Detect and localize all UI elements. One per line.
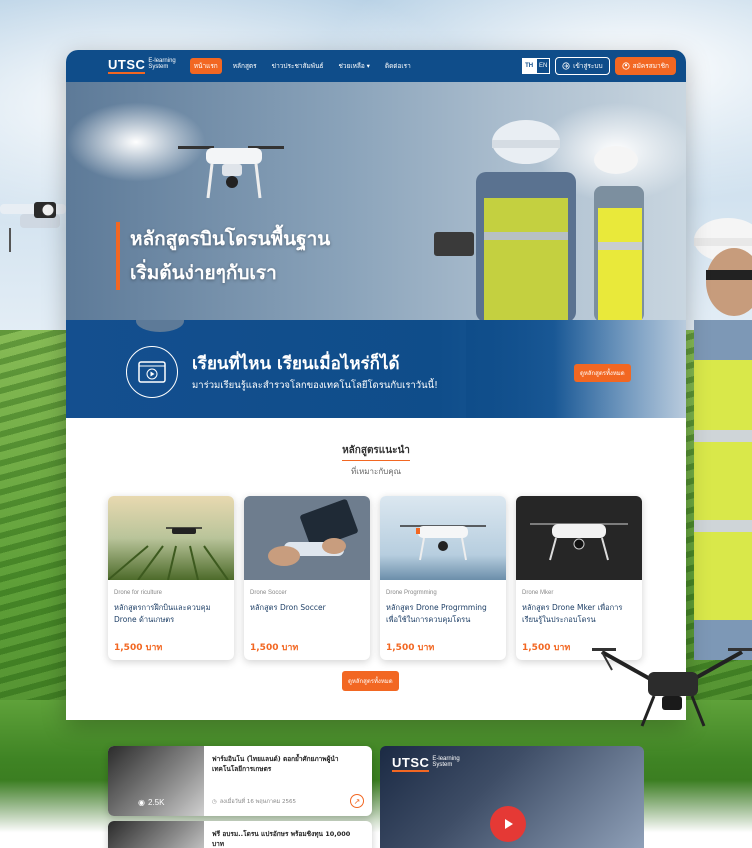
- recommended-title: หลักสูตรแนะนำ: [342, 443, 410, 461]
- news-views: ◉ 2.5K: [138, 798, 164, 807]
- course-card[interactable]: Drone Mker หลักสูตร Drone Mker เพื่อการเ…: [516, 496, 642, 660]
- logo-text: UTSC: [108, 57, 146, 74]
- lang-th-button[interactable]: TH: [522, 58, 537, 74]
- promo-video[interactable]: UTSC E-learning System: [380, 746, 644, 848]
- course-category: Drone Progrmming: [386, 590, 437, 596]
- video-logo-subtext-line2: System: [432, 762, 453, 768]
- foreground-drone-image: [592, 648, 752, 727]
- background-worker-right: [694, 218, 752, 660]
- news-card[interactable]: ฟรี อบรม..โดรน แปรอักษร พร้อมชิงทุน 10,0…: [108, 821, 372, 848]
- nav-item-help[interactable]: ช่วยเหลือ ▾: [335, 58, 374, 74]
- hero-headline: หลักสูตรบินโดรนพื้นฐาน เริ่มต้นง่ายๆกับเ…: [116, 222, 330, 290]
- nav-links: หน้าแรก หลักสูตร ข่าวประชาสัมพันธ์ ช่วยเ…: [189, 58, 415, 74]
- hero-section: หลักสูตรบินโดรนพื้นฐาน เริ่มต้นง่ายๆกับเ…: [66, 82, 686, 320]
- news-title: ฟรี อบรม..โดรน แปรอักษร พร้อมชิงทุน 10,0…: [212, 830, 351, 848]
- lang-en-button[interactable]: EN: [536, 58, 551, 74]
- arrow-up-right-icon[interactable]: ↗: [350, 794, 364, 808]
- language-switch: TH EN: [522, 58, 551, 74]
- course-card-image: [380, 496, 506, 580]
- course-card-image: [244, 496, 370, 580]
- logo-subtext-line2: System: [148, 64, 169, 70]
- course-title: หลักสูตร Drone Mker เพื่อการเรียนรู้ในปร…: [522, 603, 623, 624]
- learning-banner: เรียนที่ไหน เรียนเมื่อไหร่ก็ได้ มาร่วมเร…: [66, 320, 686, 418]
- course-card[interactable]: Drone for riculture หลักสูตรการฝึกบินและ…: [108, 496, 234, 660]
- news-date-text: ลงเมื่อวันที่ 16 พฤษภาคม 2565: [219, 799, 296, 805]
- banner-subtitle: มาร่วมเรียนรู้และสำรวจโลกของเทคโนโลยีโดร…: [192, 380, 438, 391]
- course-card[interactable]: Drone Soccer หลักสูตร Dron Soccer 1,500 …: [244, 496, 370, 660]
- nav-item-help-label: ช่วยเหลือ: [338, 63, 365, 70]
- login-icon: [562, 62, 570, 70]
- banner-title: เรียนที่ไหน เรียนเมื่อไหร่ก็ได้: [192, 354, 400, 374]
- course-price: 1,500 บาท: [386, 643, 435, 653]
- news-date: ◷ ลงเมื่อวันที่ 16 พฤษภาคม 2565: [212, 798, 296, 806]
- video-logo: UTSC E-learning System: [392, 756, 460, 772]
- hero-drone-image: [178, 146, 284, 199]
- background-drone-left: [0, 202, 66, 252]
- news-card[interactable]: ◉ 2.5K ฟาร์มอินโน (ไทยแลนด์) ตอกย้ำศักยภ…: [108, 746, 372, 816]
- play-icon[interactable]: [490, 806, 526, 842]
- course-category: Drone for riculture: [114, 590, 163, 596]
- nav-actions: TH EN เข้าสู่ระบบ สมัครสมาชิก: [522, 57, 676, 75]
- recommended-subtitle: ที่เหมาะกับคุณ: [350, 467, 402, 476]
- news-view-count: 2.5K: [147, 798, 165, 807]
- course-price: 1,500 บาท: [250, 643, 299, 653]
- logo-subtext: E-learning System: [148, 58, 175, 70]
- register-label: สมัครสมาชิก: [632, 63, 669, 70]
- page-frame: UTSC E-learning System หน้าแรก หลักสูตร …: [66, 50, 686, 720]
- course-card-image: [516, 496, 642, 580]
- news-image: [108, 821, 204, 848]
- course-price: 1,500 บาท: [114, 643, 163, 653]
- user-icon: [622, 62, 630, 70]
- eye-icon: ◉: [138, 798, 145, 807]
- chevron-down-icon: ▾: [366, 63, 370, 70]
- hero-headline-line2: เริ่มต้นง่ายๆกับเรา: [130, 262, 277, 284]
- clock-icon: ◷: [212, 799, 217, 805]
- course-cards: Drone for riculture หลักสูตรการฝึกบินและ…: [66, 478, 686, 660]
- video-logo-text: UTSC: [392, 755, 430, 772]
- course-card[interactable]: Drone Progrmming หลักสูตร Drone Progrmmi…: [380, 496, 506, 660]
- login-label: เข้าสู่ระบบ: [573, 63, 603, 70]
- view-all-courses-button[interactable]: ดูหลักสูตรทั้งหมด: [574, 364, 631, 382]
- course-title: หลักสูตรการฝึกบินและควบคุม Drone ด้านเกษ…: [114, 603, 211, 624]
- video-course-icon: [126, 346, 178, 398]
- video-logo-subtext: E-learning System: [432, 756, 459, 768]
- hero-workers-image: [434, 120, 644, 320]
- nav-item-contact[interactable]: ติดต่อเรา: [381, 58, 415, 74]
- news-title: ฟาร์มอินโน (ไทยแลนด์) ตอกย้ำศักยภาพผู้นำ…: [212, 755, 339, 773]
- course-title: หลักสูตร Dron Soccer: [250, 603, 326, 612]
- top-navbar: UTSC E-learning System หน้าแรก หลักสูตร …: [66, 50, 686, 82]
- course-title: หลักสูตร Drone Progrmming เพื่อใช้ในการค…: [386, 603, 487, 624]
- view-all-courses-bottom-button[interactable]: ดูหลักสูตรทั้งหมด: [342, 671, 399, 691]
- nav-item-news[interactable]: ข่าวประชาสัมพันธ์: [268, 58, 328, 74]
- course-category: Drone Mker: [522, 590, 554, 596]
- banner-notch: [136, 320, 184, 332]
- course-category: Drone Soccer: [250, 590, 287, 596]
- login-button[interactable]: เข้าสู่ระบบ: [555, 57, 610, 75]
- hero-headline-line1: หลักสูตรบินโดรนพื้นฐาน: [130, 228, 331, 250]
- site-logo[interactable]: UTSC E-learning System: [108, 58, 176, 74]
- nav-item-home[interactable]: หน้าแรก: [189, 58, 222, 74]
- nav-item-courses[interactable]: หลักสูตร: [229, 58, 261, 74]
- course-card-image: [108, 496, 234, 581]
- recommended-header: หลักสูตรแนะนำ ที่เหมาะกับคุณ: [66, 418, 686, 478]
- register-button[interactable]: สมัครสมาชิก: [614, 57, 676, 75]
